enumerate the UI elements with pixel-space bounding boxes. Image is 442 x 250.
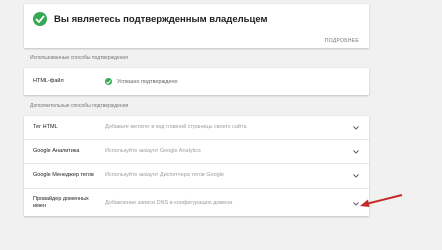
method-description: Используйте аккаунт Google Analytics <box>105 148 201 154</box>
method-name: HTML-файл <box>33 78 64 84</box>
used-method-row: HTML-файл Успешно подтверждено <box>24 68 369 95</box>
method-description: Используйте аккаунт Диспетчера тегов Goo… <box>105 172 224 178</box>
method-name: Google Менеджер тегов <box>33 172 94 178</box>
chevron-down-icon[interactable] <box>353 150 359 154</box>
method-name: Тег HTML <box>33 124 58 130</box>
method-name: Провайдер доменных имен <box>33 196 89 209</box>
method-name: Google Аналитика <box>33 148 80 154</box>
method-row-html-tag[interactable]: Тег HTML Добавьте метатег в код главной … <box>24 116 369 140</box>
verification-status: Успешно подтверждено <box>117 78 178 85</box>
check-circle-icon <box>33 12 47 26</box>
method-description: Добавление записи DNS в конфигурацию дом… <box>105 200 233 206</box>
method-row-google-analytics[interactable]: Google Аналитика Используйте аккаунт Goo… <box>24 140 369 164</box>
owner-status-card: Вы являетесь подтвержденным владельцем П… <box>24 4 369 48</box>
used-methods-card: HTML-файл Успешно подтверждено <box>24 68 369 95</box>
extra-methods-label: Дополнительные способы подтверждения <box>30 103 129 109</box>
red-arrow-annotation <box>360 194 403 207</box>
extra-methods-card: Тег HTML Добавьте метатег в код главной … <box>24 116 369 216</box>
used-methods-label: Использованные способы подтверждения <box>30 55 128 61</box>
method-row-domain-provider[interactable]: Провайдер доменных имен Добавление запис… <box>24 189 369 216</box>
method-row-tag-manager[interactable]: Google Менеджер тегов Используйте аккаун… <box>24 164 369 189</box>
more-details-link[interactable]: ПОДРОБНЕЕ <box>325 38 359 44</box>
chevron-down-icon[interactable] <box>353 126 359 130</box>
method-description: Добавьте метатег в код главной страницы … <box>105 124 247 130</box>
check-circle-icon <box>105 78 112 85</box>
owner-title: Вы являетесь подтвержденным владельцем <box>54 14 268 25</box>
chevron-down-icon[interactable] <box>353 174 359 178</box>
